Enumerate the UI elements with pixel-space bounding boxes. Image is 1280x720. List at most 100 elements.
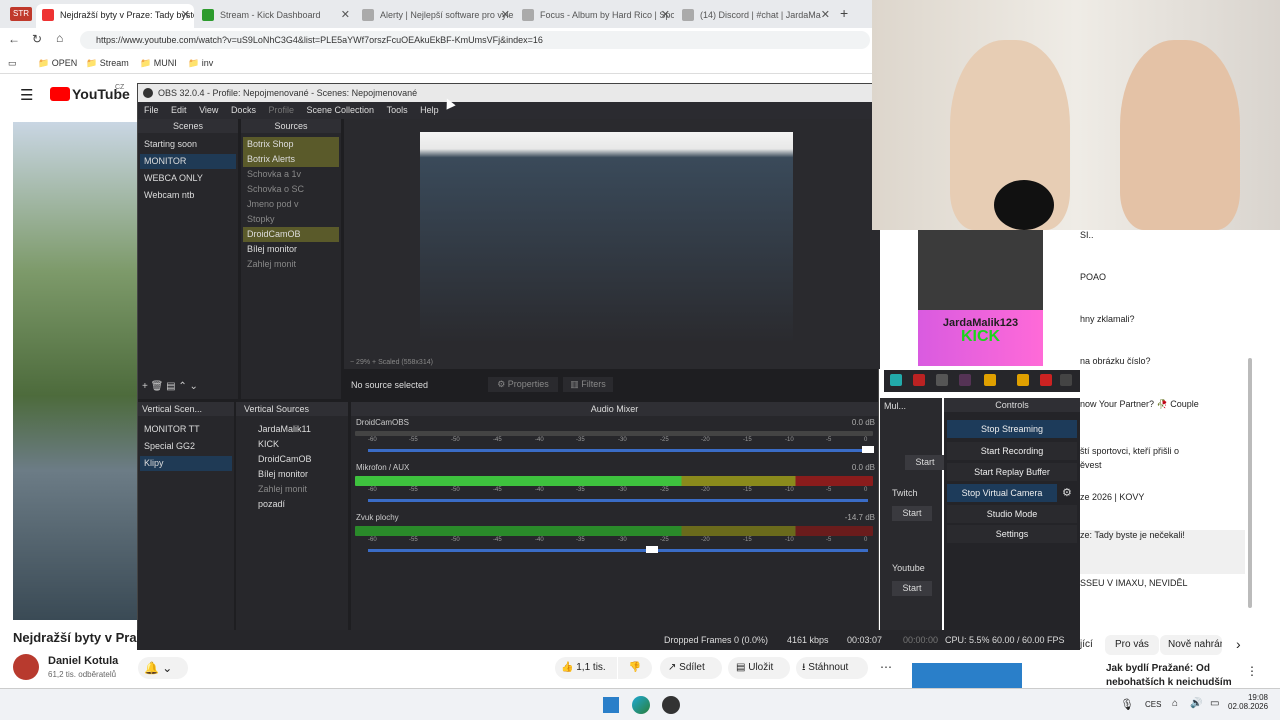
related-thumbnail[interactable] bbox=[912, 663, 1022, 688]
related-title[interactable]: now Your Partner? 🥀 Couple bbox=[1080, 399, 1245, 410]
chip-partial[interactable]: jící bbox=[1080, 639, 1093, 650]
down-icon[interactable]: ⌄ bbox=[190, 381, 198, 392]
notifications-button[interactable]: 🔔 ⌄ bbox=[138, 657, 188, 679]
toolbar-icon[interactable] bbox=[890, 374, 902, 386]
home-icon[interactable]: ⌂ bbox=[56, 31, 63, 45]
zoom-out-icon[interactable]: − bbox=[350, 359, 354, 366]
related-video-title-2[interactable]: nebohatších k neichudším bbox=[1106, 677, 1232, 688]
save-button[interactable]: ▤ Uložit bbox=[728, 657, 790, 679]
obs-taskbar-icon[interactable] bbox=[662, 696, 680, 714]
bookmark-open[interactable]: 📁 OPEN bbox=[38, 56, 77, 70]
new-tab-icon[interactable]: + bbox=[840, 5, 848, 21]
back-icon[interactable]: ← bbox=[8, 32, 20, 46]
scene-item[interactable]: MONITOR bbox=[140, 154, 236, 169]
chip-for-you[interactable]: Pro vás bbox=[1105, 635, 1159, 655]
scrollbar[interactable] bbox=[1248, 358, 1252, 608]
vertical-source-item[interactable]: JardaMalik11 bbox=[238, 422, 346, 437]
start-button[interactable]: Start bbox=[905, 455, 945, 470]
related-title[interactable]: POAO bbox=[1080, 272, 1245, 282]
bookmark-inv[interactable]: 📁 inv bbox=[188, 56, 213, 70]
more-vert-icon[interactable]: ⋮ bbox=[1246, 664, 1258, 678]
tab-alerty[interactable]: Alerty | Nejlepší software pro vylep ✕ bbox=[356, 4, 514, 28]
vertical-scene-item[interactable]: Klipy bbox=[140, 456, 232, 471]
clock[interactable]: 19:08 02.08.2026 bbox=[1228, 693, 1268, 711]
video-player[interactable] bbox=[13, 122, 137, 620]
chip-newly-uploaded[interactable]: Nově nahrán bbox=[1160, 635, 1222, 655]
settings-button[interactable]: Settings bbox=[947, 525, 1077, 543]
source-item[interactable]: Stopky bbox=[243, 212, 339, 227]
filter-icon[interactable]: ▤ bbox=[166, 381, 175, 392]
related-title[interactable]: ěvest bbox=[1080, 460, 1245, 470]
stop-streaming-button[interactable]: Stop Streaming bbox=[947, 420, 1077, 438]
more-icon[interactable]: ⋯ bbox=[880, 660, 892, 674]
menu-help[interactable]: Help bbox=[420, 102, 439, 119]
source-item[interactable]: Botrix Alerts bbox=[243, 152, 339, 167]
volume-handle[interactable] bbox=[646, 546, 658, 553]
menu-profile[interactable]: Profile bbox=[268, 102, 294, 119]
mic-icon[interactable]: 🎙 bbox=[1120, 698, 1134, 711]
volume-icon[interactable]: 🔊 bbox=[1190, 698, 1202, 709]
up-icon[interactable]: ⌃ bbox=[178, 381, 186, 392]
share-button[interactable]: ↗ Sdílet bbox=[660, 657, 722, 679]
close-icon[interactable]: ✕ bbox=[181, 4, 190, 26]
heart-icon[interactable] bbox=[1040, 374, 1052, 386]
stop-virtual-camera-button[interactable]: Stop Virtual Camera bbox=[947, 484, 1057, 502]
menu-tools[interactable]: Tools bbox=[387, 102, 408, 119]
vertical-source-item[interactable]: DroidCamOB bbox=[238, 452, 346, 467]
vertical-source-item[interactable]: pozadí bbox=[238, 497, 346, 512]
start-button[interactable]: Start bbox=[892, 506, 932, 521]
bookmark-stream[interactable]: 📁 Stream bbox=[86, 56, 129, 70]
menu-view[interactable]: View bbox=[199, 102, 218, 119]
tab-kick[interactable]: Stream - Kick Dashboard ✕ bbox=[196, 4, 354, 28]
preview-canvas[interactable] bbox=[420, 132, 793, 344]
related-title[interactable]: SSEU V IMAXU, NEVIDĚL bbox=[1080, 578, 1245, 588]
volume-slider[interactable] bbox=[368, 549, 868, 552]
volume-slider[interactable] bbox=[368, 499, 868, 502]
chevron-right-icon[interactable]: › bbox=[1236, 636, 1241, 652]
related-title[interactable]: hny zklamali? bbox=[1080, 314, 1245, 324]
close-icon[interactable]: ✕ bbox=[661, 4, 670, 26]
scene-item[interactable]: WEBCA ONLY bbox=[140, 171, 236, 186]
start-button[interactable]: Start bbox=[892, 581, 932, 596]
refresh-icon[interactable] bbox=[1060, 374, 1072, 386]
related-video-title[interactable]: Jak bydlí Pražané: Od bbox=[1106, 663, 1210, 674]
related-title[interactable]: ští sportovci, kteří přišli o bbox=[1080, 446, 1245, 456]
str-badge[interactable]: STR bbox=[10, 7, 32, 21]
add-icon[interactable]: + bbox=[142, 381, 148, 392]
download-button[interactable]: ⭳ Stáhnout bbox=[796, 657, 868, 679]
vertical-source-item[interactable]: Bílej monitor bbox=[238, 467, 346, 482]
like-button[interactable]: 👍 1,1 tis. bbox=[555, 657, 617, 679]
source-item[interactable]: Botrix Shop bbox=[243, 137, 339, 152]
menu-scene-collection[interactable]: Scene Collection bbox=[307, 102, 375, 119]
menu-edit[interactable]: Edit bbox=[171, 102, 187, 119]
channel-name[interactable]: Daniel Kotula bbox=[48, 655, 118, 667]
source-item[interactable]: Bílej monitor bbox=[243, 242, 339, 257]
source-item[interactable]: Schovka a 1v bbox=[243, 167, 339, 182]
menu-icon[interactable]: ☰ bbox=[20, 86, 33, 104]
properties-button[interactable]: ⚙ Properties bbox=[488, 377, 558, 392]
related-title[interactable]: SI.. bbox=[1080, 230, 1245, 240]
volume-handle[interactable] bbox=[862, 446, 874, 453]
related-title[interactable]: na obrázku číslo? bbox=[1080, 356, 1245, 366]
battery-icon[interactable]: ▭ bbox=[1210, 698, 1219, 709]
source-item[interactable]: Jmeno pod v bbox=[243, 197, 339, 212]
close-icon[interactable]: ✕ bbox=[821, 4, 830, 26]
vertical-scene-item[interactable]: MONITOR TT bbox=[140, 422, 232, 437]
source-item[interactable]: Zahlej monit bbox=[243, 257, 339, 272]
related-title[interactable]: ze 2026 | KOVY bbox=[1080, 492, 1245, 502]
remove-icon[interactable]: 🗑 bbox=[151, 381, 164, 392]
scene-item[interactable]: Webcam ntb bbox=[140, 188, 236, 203]
vertical-source-item[interactable]: KICK bbox=[238, 437, 346, 452]
gear-icon[interactable] bbox=[1017, 374, 1029, 386]
volume-slider[interactable] bbox=[368, 449, 868, 452]
record-icon[interactable] bbox=[913, 374, 925, 386]
scene-item[interactable]: Starting soon bbox=[140, 137, 236, 152]
windows-start-icon[interactable] bbox=[603, 697, 619, 713]
channel-avatar[interactable] bbox=[13, 654, 39, 680]
vertical-scene-item[interactable]: Special GG2 bbox=[140, 439, 232, 454]
close-icon[interactable]: ✕ bbox=[341, 4, 350, 26]
bookmark-muni[interactable]: 📁 MUNI bbox=[140, 56, 177, 70]
studio-mode-button[interactable]: Studio Mode bbox=[947, 505, 1077, 523]
url-field[interactable]: https://www.youtube.com/watch?v=uS9LoNhC… bbox=[80, 31, 870, 49]
gear-icon[interactable]: ⚙ bbox=[1062, 486, 1072, 499]
